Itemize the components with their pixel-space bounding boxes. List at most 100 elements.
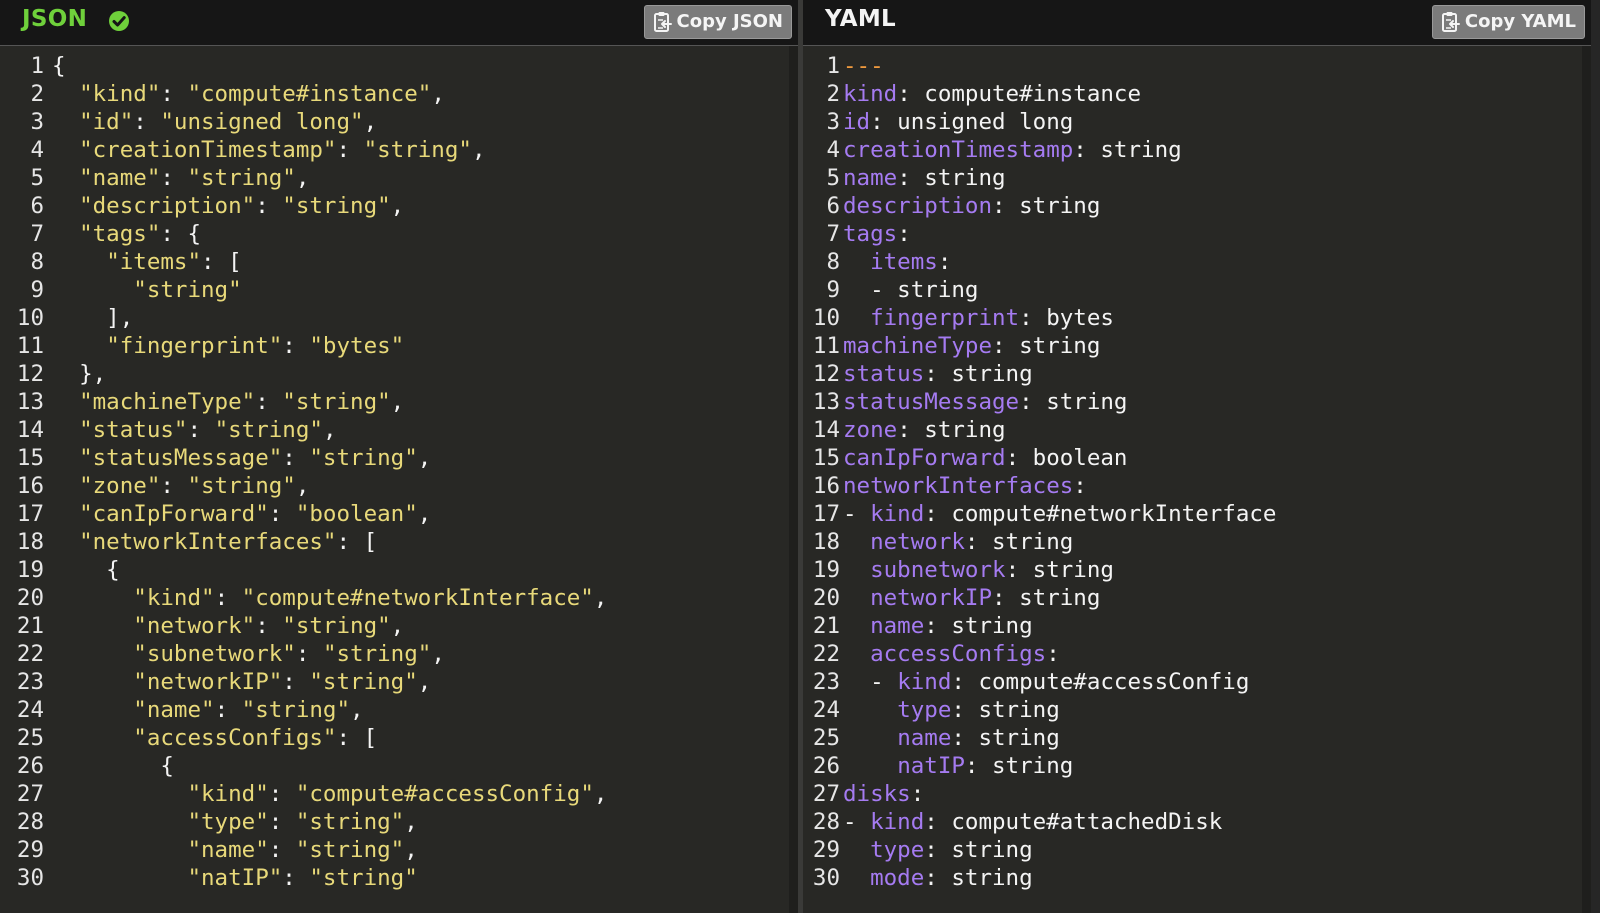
line-text: }, [52,360,106,388]
code-token: kind [870,501,925,527]
json-code-editor[interactable]: 1{2 "kind": "compute#instance", 3 "id": "… [0,52,789,892]
code-token: "string" [295,837,405,863]
code-token: networkIP [870,585,993,611]
code-line: 30 "natIP": "string" [0,864,789,892]
line-text: name: string [843,724,1060,752]
code-token: "networkInterfaces" [79,529,337,555]
copy-json-label: Copy JSON [676,11,784,32]
code-token: "creationTimestamp" [79,137,337,163]
code-token: "compute#networkInterface" [241,585,594,611]
code-token: "string" [322,641,432,667]
code-token: : [ [336,725,378,751]
code-token: : string [924,613,1033,639]
code-token: : compute#networkInterface [924,501,1277,527]
line-text: "name": "string", [52,164,309,192]
line-number: 2 [30,81,44,107]
line-text: "kind": "compute#networkInterface", [52,584,607,612]
line-text: fingerprint: bytes [843,304,1114,332]
json-pane-header: JSON Copy JSON [0,0,798,46]
line-text: name: string [843,612,1033,640]
code-token: "bytes" [309,333,405,359]
line-number: 25 [16,725,44,751]
line-text: zone: string [843,416,1006,444]
line-text: status: string [843,360,1033,388]
code-token: "items" [106,249,202,275]
code-token: "string" [282,613,391,639]
line-number: 18 [812,529,840,555]
code-token: "name" [79,165,161,191]
code-line: 30 mode: string [803,864,1582,892]
yaml-code-editor[interactable]: 1 --- 2 kind: compute#instance 3 id: unsigned… [803,52,1582,892]
code-token: : [282,865,310,891]
line-number: 16 [812,473,840,499]
code-token: : string [964,529,1074,555]
code-token: : string [924,837,1033,863]
line-text: "subnetwork": "string", [52,640,445,668]
code-token: : [160,165,188,191]
line-number: 26 [812,753,840,779]
code-token: : string [951,725,1060,751]
code-token: { [52,53,66,79]
line-number: 23 [812,669,840,695]
line-text: creationTimestamp: string [843,136,1182,164]
copy-json-button[interactable]: Copy JSON [643,5,792,39]
yaml-pane-title: YAML [825,6,896,32]
line-number: 15 [16,445,44,471]
line-number: 29 [812,837,840,863]
code-token: , [593,585,608,611]
code-token: : string [1073,137,1182,163]
code-token: zone [843,417,898,443]
line-text: --- [843,52,884,80]
line-text: "id": "unsigned long", [52,108,377,136]
code-line: 29 "name": "string", [0,836,789,864]
code-token: : string [1019,389,1128,415]
code-token: fingerprint [870,305,1020,331]
copy-yaml-button[interactable]: Copy YAML [1431,5,1585,39]
line-text: - string [843,276,978,304]
json-scrollbar[interactable] [789,46,798,913]
code-token: : string [964,753,1074,779]
code-token: "compute#accessConfig" [295,781,594,807]
line-number: 5 [826,165,840,191]
code-token: : string [992,585,1101,611]
line-number: 20 [16,585,44,611]
code-line: 9 - string [803,276,1582,304]
line-number: 7 [826,221,840,247]
code-line: 7 "tags": { [0,220,789,248]
code-line: 6 description: string [803,192,1582,220]
code-token: : [282,445,310,471]
line-text: description: string [843,192,1100,220]
code-token: "fingerprint" [106,333,283,359]
check-circle-icon [109,11,129,31]
line-text: "zone": "string", [52,472,309,500]
line-number: 27 [16,781,44,807]
code-token: networkInterfaces [843,473,1074,499]
line-number: 14 [812,417,840,443]
yaml-scrollbar[interactable] [1582,46,1591,913]
code-token: "string" [241,697,351,723]
code-line: 17 "canIpForward": "boolean", [0,500,789,528]
line-number: 13 [16,389,44,415]
code-line: 4 "creationTimestamp": "string", [0,136,789,164]
line-text: "string" [52,276,241,304]
code-line: 19 { [0,556,789,584]
code-token: mode [870,865,925,891]
line-number: 14 [16,417,44,443]
code-token: "zone" [79,473,161,499]
code-line: 26 natIP: string [803,752,1582,780]
code-line: 28- kind: compute#attachedDisk [803,808,1582,836]
code-token: , [404,809,418,835]
code-line: 10 ], [0,304,789,332]
code-line: 5 name: string [803,164,1582,192]
